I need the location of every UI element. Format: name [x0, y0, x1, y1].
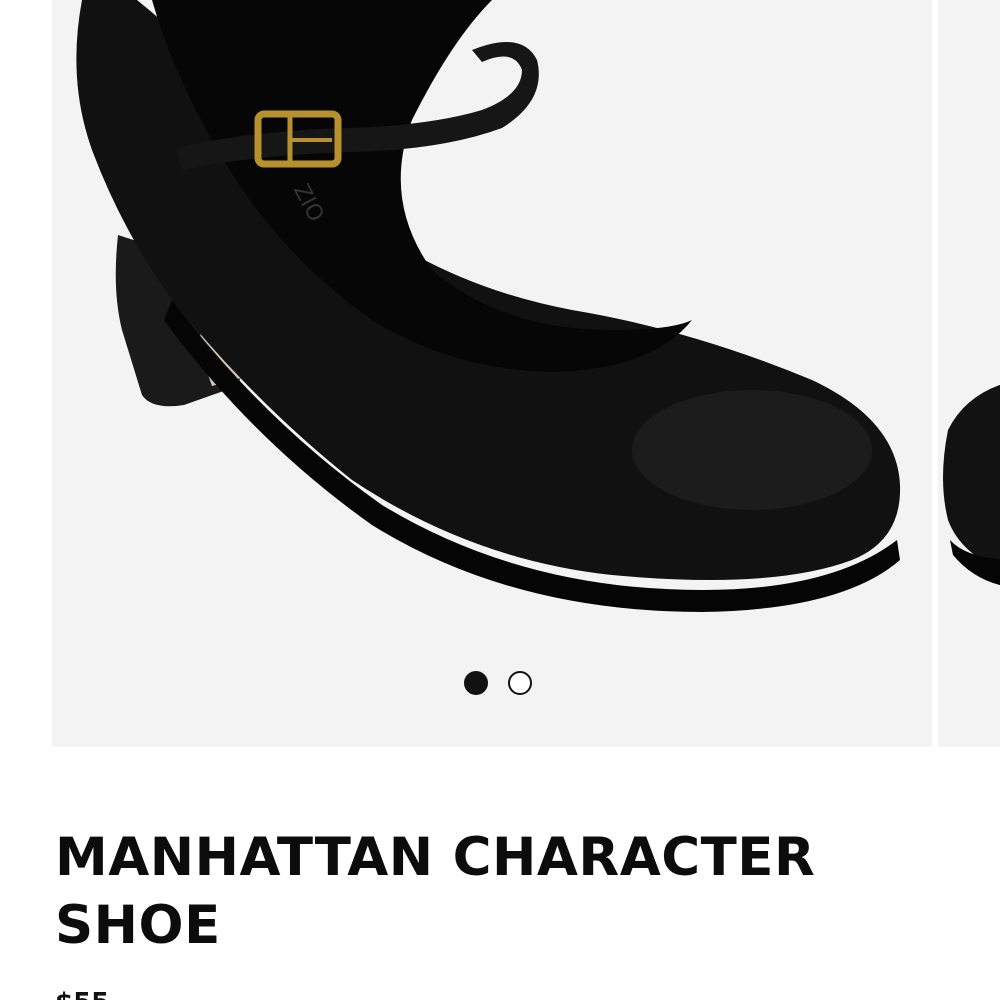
- shoe-image: [76, 0, 901, 612]
- product-image-carousel[interactable]: ZIO: [0, 0, 1000, 747]
- carousel-dot-1[interactable]: [464, 671, 488, 695]
- carousel-pagination: [464, 670, 544, 696]
- product-title: MANHATTAN CHARACTER SHOE: [55, 827, 816, 956]
- product-image-slide-2[interactable]: [938, 0, 1000, 747]
- shoe-image-partial: [943, 384, 1000, 586]
- carousel-dot-2[interactable]: [508, 671, 532, 695]
- product-price: $55: [55, 990, 109, 1000]
- product-image-slide-1[interactable]: ZIO: [52, 0, 932, 747]
